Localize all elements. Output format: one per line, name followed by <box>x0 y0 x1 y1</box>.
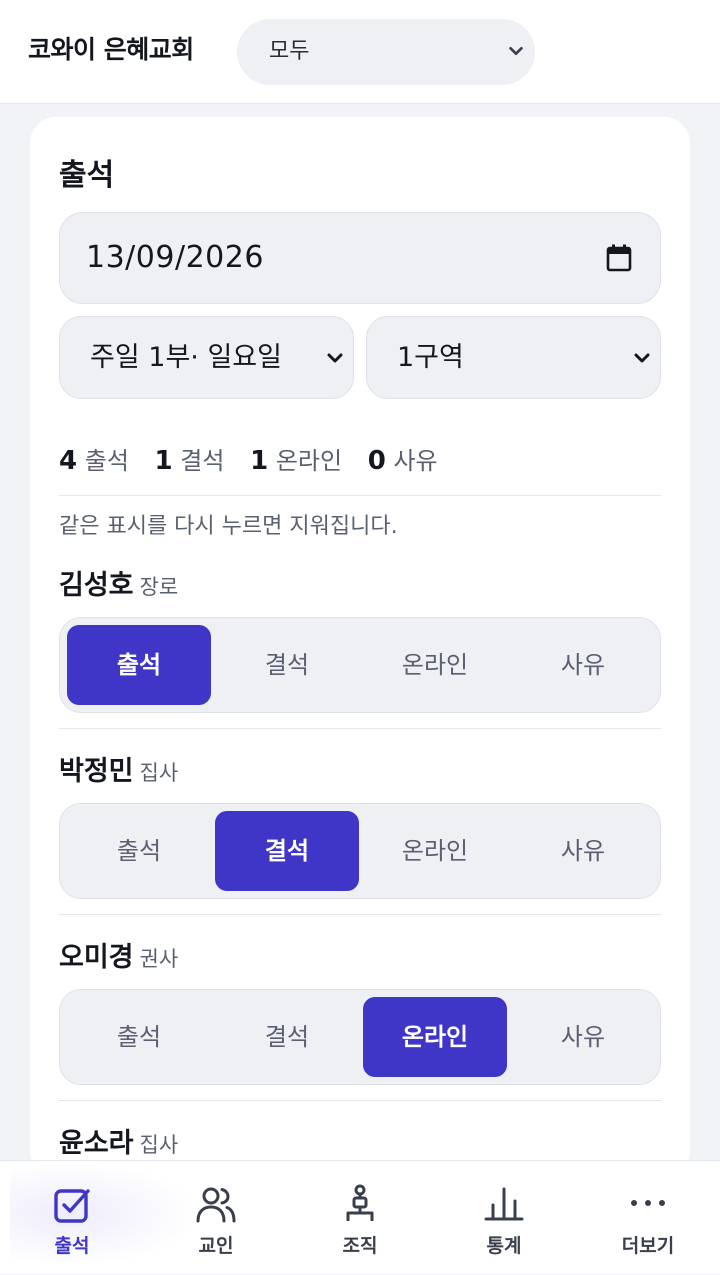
member-name-text: 김성호 <box>59 570 134 601</box>
online-label: 온라인 <box>275 447 343 475</box>
excused-count: 0 <box>367 446 386 476</box>
nav-label: 조직 <box>342 1235 378 1257</box>
more-dots-icon <box>631 1200 665 1206</box>
nav-organization[interactable]: 조직 <box>288 1161 432 1275</box>
divider <box>59 495 661 496</box>
service-value: 주일 1부· 일요일 <box>90 342 282 373</box>
member-name-text: 오미경 <box>59 942 134 973</box>
chevron-down-icon <box>327 353 343 363</box>
status-toggle: 출석 결석 온라인 사유 <box>59 617 661 713</box>
status-present-button[interactable]: 출석 <box>67 997 211 1077</box>
nav-label: 출석 <box>54 1235 90 1257</box>
app-title: 코와이 은혜교회 <box>28 35 194 64</box>
divider <box>59 728 661 729</box>
absent-label: 결석 <box>180 447 225 475</box>
nav-more[interactable]: 더보기 <box>576 1161 720 1275</box>
status-excused-button[interactable]: 사유 <box>511 811 655 891</box>
nav-label: 더보기 <box>621 1235 675 1257</box>
status-online-button[interactable]: 온라인 <box>363 811 507 891</box>
online-count: 1 <box>250 446 269 476</box>
chevron-down-icon <box>509 46 523 56</box>
attendance-title: 출석 <box>59 158 115 193</box>
attendance-summary: 4 출석 1 결석 1 온라인 0 사유 <box>59 441 456 476</box>
district-value: 1구역 <box>397 342 464 373</box>
bottom-nav: 출석 교인 조직 통계 더보기 <box>0 1160 720 1274</box>
status-excused-button[interactable]: 사유 <box>511 997 655 1077</box>
status-absent-button[interactable]: 결석 <box>215 625 359 705</box>
district-select[interactable]: 1구역 <box>366 316 661 399</box>
top-bar: 코와이 은혜교회 모두 <box>0 0 720 104</box>
member-name-text: 박정민 <box>59 756 134 787</box>
hint-text: 같은 표시를 다시 누르면 지워집니다. <box>59 514 398 539</box>
divider <box>59 1100 661 1101</box>
status-toggle: 출석 결석 온라인 사유 <box>59 803 661 899</box>
status-present-button[interactable]: 출석 <box>67 811 211 891</box>
status-online-button[interactable]: 온라인 <box>363 997 507 1077</box>
date-value: 13/09/2026 <box>86 240 264 275</box>
status-excused-button[interactable]: 사유 <box>511 625 655 705</box>
status-toggle: 출석 결석 온라인 사유 <box>59 989 661 1085</box>
nav-label: 교인 <box>198 1235 234 1257</box>
nav-statistics[interactable]: 통계 <box>432 1161 576 1275</box>
member-name: 오미경 권사 <box>59 935 178 974</box>
people-icon <box>196 1187 236 1223</box>
member-role: 장로 <box>139 575 179 599</box>
service-select[interactable]: 주일 1부· 일요일 <box>59 316 354 399</box>
divider <box>59 914 661 915</box>
status-online-button[interactable]: 온라인 <box>363 625 507 705</box>
group-filter-value: 모두 <box>269 39 310 64</box>
status-absent-button[interactable]: 결석 <box>215 811 359 891</box>
present-count: 4 <box>59 446 78 476</box>
date-input[interactable]: 13/09/2026 <box>59 212 661 304</box>
status-present-button[interactable]: 출석 <box>67 625 211 705</box>
member-name: 윤소라 집사 <box>59 1121 178 1160</box>
chevron-down-icon <box>634 353 650 363</box>
attendance-card: 출석 13/09/2026 주일 1부· 일요일 1구역 4 출석 1 결석 1… <box>30 117 690 1177</box>
member-role: 권사 <box>139 947 179 971</box>
nav-members[interactable]: 교인 <box>144 1161 288 1275</box>
member-role: 집사 <box>139 1133 179 1157</box>
excused-label: 사유 <box>393 447 438 475</box>
member-role: 집사 <box>139 761 179 785</box>
calendar-icon[interactable] <box>606 244 632 272</box>
absent-count: 1 <box>154 446 173 476</box>
bar-chart-icon <box>484 1187 524 1221</box>
status-absent-button[interactable]: 결석 <box>215 997 359 1077</box>
member-name: 김성호 장로 <box>59 563 178 602</box>
org-chart-icon <box>346 1184 374 1221</box>
present-label: 출석 <box>84 447 129 475</box>
nav-attendance[interactable]: 출석 <box>0 1161 210 1275</box>
member-name-text: 윤소라 <box>59 1128 134 1159</box>
checkbox-icon <box>54 1189 90 1223</box>
group-filter-select[interactable]: 모두 <box>237 19 535 85</box>
nav-label: 통계 <box>486 1235 522 1257</box>
member-name: 박정민 집사 <box>59 749 178 788</box>
